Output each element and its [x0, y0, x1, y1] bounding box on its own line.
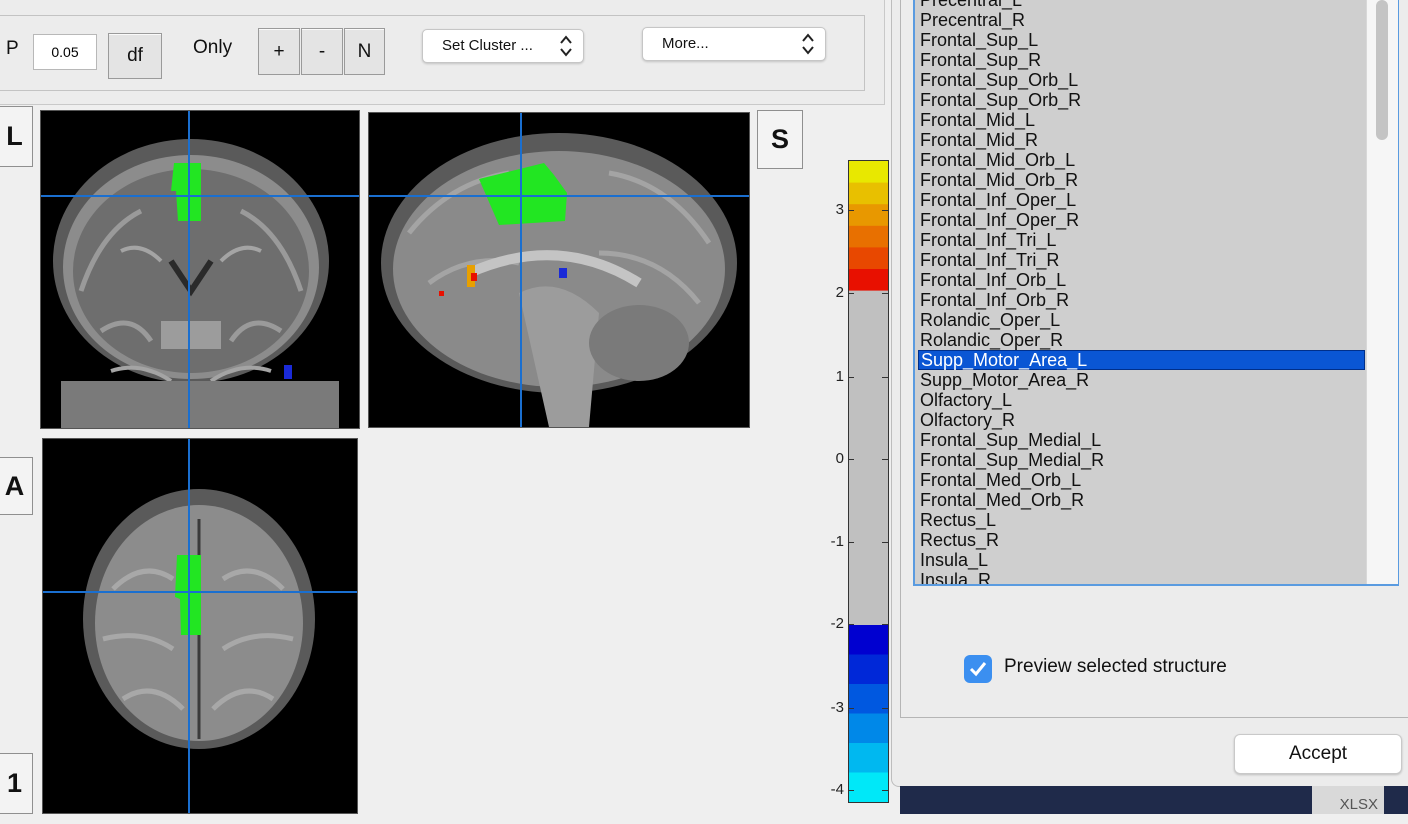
list-item[interactable]: Frontal_Sup_Orb_L	[918, 70, 1365, 90]
list-item[interactable]: Frontal_Sup_L	[918, 30, 1365, 50]
checkmark-icon	[969, 662, 987, 677]
df-button[interactable]: df	[108, 33, 162, 79]
colorbar-tick-mark	[882, 542, 888, 543]
list-item[interactable]: Frontal_Sup_R	[918, 50, 1365, 70]
list-item[interactable]: Olfactory_R	[918, 410, 1365, 430]
list-item[interactable]: Rolandic_Oper_R	[918, 330, 1365, 350]
colorbar-tick-mark	[882, 293, 888, 294]
list-item[interactable]: Frontal_Inf_Orb_L	[918, 270, 1365, 290]
list-item[interactable]: Frontal_Mid_L	[918, 110, 1365, 130]
colorbar-tick-mark	[848, 542, 854, 543]
list-item[interactable]: Frontal_Mid_Orb_R	[918, 170, 1365, 190]
preview-checkbox[interactable]	[964, 655, 992, 683]
colorbar-hot-segment	[849, 247, 888, 270]
colorbar-cool-segment	[849, 625, 888, 655]
list-item[interactable]: Frontal_Inf_Tri_R	[918, 250, 1365, 270]
colorbar-tick-label: 0	[835, 450, 844, 467]
list-item[interactable]: Frontal_Mid_R	[918, 130, 1365, 150]
colorbar-tick-mark	[848, 377, 854, 378]
desktop-file-icon[interactable]: XLSX	[1312, 786, 1384, 814]
list-item[interactable]: Frontal_Inf_Orb_R	[918, 290, 1365, 310]
list-item[interactable]: Supp_Motor_Area_R	[918, 370, 1365, 390]
colorbar-tick-mark	[882, 377, 888, 378]
list-item[interactable]: Frontal_Sup_Orb_R	[918, 90, 1365, 110]
up-down-chevron-icon	[802, 33, 814, 55]
list-item[interactable]: Frontal_Inf_Oper_L	[918, 190, 1365, 210]
list-item[interactable]: Rectus_R	[918, 530, 1365, 550]
list-item[interactable]: Frontal_Sup_Medial_L	[918, 430, 1365, 450]
colorbar-cool-segment	[849, 654, 888, 685]
list-item[interactable]: Rectus_L	[918, 510, 1365, 530]
accept-button[interactable]: Accept	[1234, 734, 1402, 774]
list-item[interactable]: Precentral_L	[918, 0, 1365, 10]
colorbar-tick-mark	[882, 790, 888, 791]
colorbar	[848, 160, 889, 803]
sagittal-view[interactable]	[368, 112, 750, 428]
more-label: More...	[662, 35, 709, 52]
colorbar-tick-mark	[882, 708, 888, 709]
list-item[interactable]: Frontal_Inf_Oper_R	[918, 210, 1365, 230]
list-item[interactable]: Supp_Motor_Area_L	[918, 350, 1365, 370]
set-cluster-popup[interactable]: Set Cluster ...	[422, 29, 584, 63]
colorbar-cool-segment	[849, 713, 888, 744]
colorbar-tick-mark	[882, 210, 888, 211]
scrollbar-thumb[interactable]	[1376, 0, 1388, 140]
list-item[interactable]: Insula_R	[918, 570, 1365, 584]
colorbar-tick-label: 2	[835, 284, 844, 301]
axial-view[interactable]	[42, 438, 358, 814]
more-popup[interactable]: More...	[642, 27, 826, 61]
colorbar-hot-segment	[849, 225, 888, 248]
colorbar-hot-segment	[849, 161, 888, 184]
minus-button[interactable]: -	[301, 28, 343, 75]
colorbar-cool-segment	[849, 772, 888, 803]
set-cluster-label: Set Cluster ...	[442, 37, 533, 54]
colorbar-tick-mark	[848, 293, 854, 294]
axial-orientation-badge[interactable]: A	[0, 457, 33, 515]
n-button[interactable]: N	[344, 28, 385, 75]
preview-label: Preview selected structure	[1004, 656, 1227, 677]
plus-button[interactable]: +	[258, 28, 300, 75]
only-label: Only	[193, 37, 233, 58]
p-value-input[interactable]	[33, 34, 97, 70]
list-item[interactable]: Frontal_Med_Orb_R	[918, 490, 1365, 510]
colorbar-tick-label: 1	[835, 368, 844, 385]
colorbar-tick-mark	[882, 459, 888, 460]
colorbar-cool-segment	[849, 743, 888, 773]
coronal-orientation-badge[interactable]: L	[0, 106, 33, 167]
colorbar-tick-mark	[848, 459, 854, 460]
list-item[interactable]: Frontal_Sup_Medial_R	[918, 450, 1365, 470]
colorbar-tick-label: -2	[830, 615, 844, 632]
list-item[interactable]: Olfactory_L	[918, 390, 1365, 410]
colorbar-gradient	[849, 161, 888, 803]
colorbar-tick-mark	[848, 210, 854, 211]
structure-list[interactable]: Precentral_L Precentral_R Frontal_Sup_L Fro…	[913, 0, 1399, 586]
slice-badge[interactable]: 1	[0, 753, 33, 814]
p-label: P	[6, 38, 19, 59]
sagittal-orientation-badge[interactable]: S	[757, 110, 803, 169]
list-item[interactable]: Insula_L	[918, 550, 1365, 570]
coronal-view[interactable]	[40, 110, 360, 429]
colorbar-tick-mark	[848, 624, 854, 625]
list-item[interactable]: Frontal_Inf_Tri_L	[918, 230, 1365, 250]
colorbar-hot-segment	[849, 269, 888, 292]
list-item[interactable]: Precentral_R	[918, 10, 1365, 30]
colorbar-tick-label: 3	[835, 201, 844, 218]
list-item[interactable]: Frontal_Mid_Orb_L	[918, 150, 1365, 170]
colorbar-tick-label: -4	[830, 781, 844, 798]
colorbar-tick-mark	[882, 624, 888, 625]
colorbar-tick-mark	[848, 708, 854, 709]
colorbar-tick-label: -3	[830, 699, 844, 716]
list-item[interactable]: Rolandic_Oper_L	[918, 310, 1365, 330]
colorbar-tick-mark	[848, 790, 854, 791]
colorbar-cool-segment	[849, 684, 888, 714]
desktop-file-label: XLSX	[1339, 796, 1378, 813]
colorbar-neutral-segment	[849, 290, 888, 625]
up-down-chevron-icon	[560, 35, 572, 57]
colorbar-tick-label: -1	[830, 533, 844, 550]
list-item[interactable]: Frontal_Med_Orb_L	[918, 470, 1365, 490]
colorbar-hot-segment	[849, 182, 888, 205]
colorbar-hot-segment	[849, 204, 888, 227]
